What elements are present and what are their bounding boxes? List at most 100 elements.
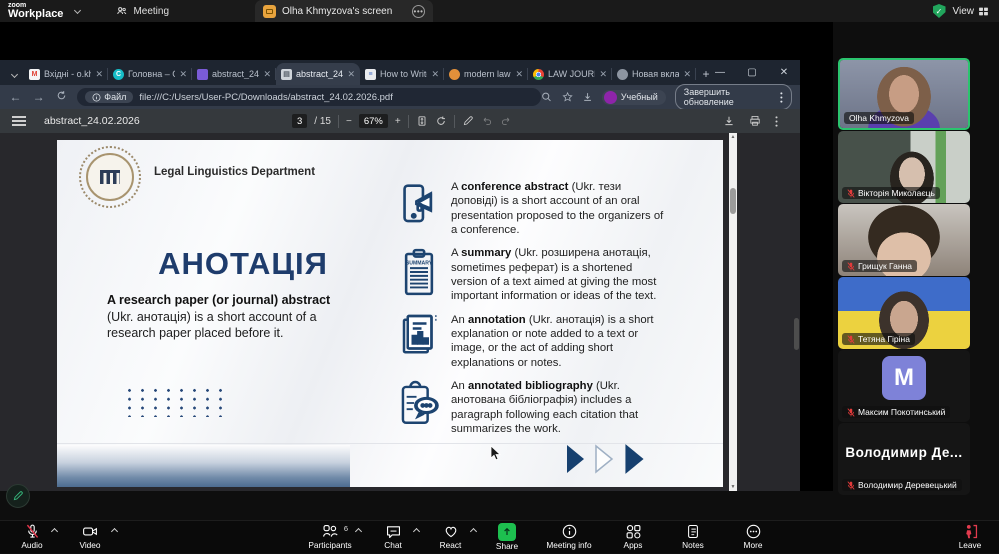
close-tab-icon[interactable]: ✕	[431, 69, 439, 80]
tab-search-chevron-icon[interactable]	[4, 63, 24, 85]
participant-tile-viktoriia[interactable]: Вікторія Миколаєць	[838, 131, 970, 203]
zoom-titlebar: zoom Workplace Meeting Olha Khmyzova's s…	[0, 0, 999, 22]
bookmark-star-icon[interactable]	[562, 91, 573, 103]
participant-tile-olha[interactable]: Olha Khmyzova	[838, 58, 970, 130]
definition-annotation: An annotation (Ukr. анотація) is a short…	[397, 313, 717, 370]
undo-icon[interactable]	[481, 115, 493, 127]
url-field[interactable]: Файл file:///C:/Users/User-PC/Downloads/…	[77, 88, 541, 106]
apps-button[interactable]: Apps	[603, 521, 663, 554]
fit-page-icon[interactable]	[416, 115, 428, 127]
redo-icon[interactable]	[500, 115, 512, 127]
view-button[interactable]: View	[953, 6, 990, 17]
panel-divider-handle[interactable]	[794, 318, 799, 350]
kebab-menu-icon[interactable]	[775, 116, 778, 127]
decorative-dots	[123, 386, 227, 417]
back-button[interactable]: ←	[4, 90, 27, 104]
close-tab-icon[interactable]: ✕	[263, 69, 271, 80]
reload-button[interactable]	[50, 90, 73, 104]
browser-tab-gmail[interactable]: M Вхідні - o.khm ✕	[24, 63, 108, 85]
mouse-cursor	[490, 445, 501, 461]
security-shield-icon[interactable]: ✓	[933, 4, 946, 18]
slide-title: АНОТАЦІЯ	[123, 246, 363, 282]
meeting-info-button[interactable]: Meeting info	[535, 521, 603, 554]
close-tab-icon[interactable]: ✕	[683, 69, 691, 80]
bibliography-clipboard-icon	[397, 379, 441, 436]
zoom-level[interactable]: 67%	[359, 114, 388, 128]
search-icon[interactable]	[541, 91, 552, 103]
download-icon[interactable]	[723, 115, 735, 127]
participant-display-name: Володимир Де...	[838, 445, 970, 460]
leave-icon	[962, 523, 979, 540]
browser-tab-strip: M Вхідні - o.khm ✕ C Головна – Canv ✕ ab…	[0, 60, 800, 85]
window-minimize-button[interactable]: —	[704, 60, 736, 85]
annotation-tool-button[interactable]	[6, 484, 30, 508]
chevron-up-icon[interactable]	[470, 528, 477, 535]
browser-tab-canva[interactable]: C Головна – Canv ✕	[108, 63, 192, 85]
window-maximize-button[interactable]: ▢	[736, 60, 768, 85]
browser-tab-law-journal[interactable]: LAW JOURNAL ✕	[528, 63, 612, 85]
browser-tab-how-to-write[interactable]: ≡ How to Write a ✕	[360, 63, 444, 85]
phone-megaphone-icon	[397, 180, 441, 237]
leave-button[interactable]: Leave	[945, 521, 995, 554]
close-tab-icon[interactable]: ✕	[515, 69, 523, 80]
more-button[interactable]: More	[723, 521, 783, 554]
close-tab-icon[interactable]: ✕	[347, 69, 355, 80]
chevron-down-icon[interactable]	[74, 6, 81, 13]
participant-tile-tetiana[interactable]: Тетяна Гіріна	[838, 277, 970, 349]
chevron-up-icon[interactable]	[413, 528, 420, 535]
close-tab-icon[interactable]: ✕	[95, 69, 103, 80]
globe-favicon	[617, 69, 628, 80]
chevron-up-icon[interactable]	[355, 528, 362, 535]
department-title: Legal Linguistics Department	[154, 166, 315, 178]
chevron-up-icon[interactable]	[111, 528, 118, 535]
annotation-document-icon	[397, 313, 441, 370]
close-tab-icon[interactable]: ✕	[179, 69, 187, 80]
chevron-up-icon[interactable]	[51, 528, 58, 535]
close-tab-icon[interactable]: ✕	[599, 69, 607, 80]
apps-icon	[625, 523, 642, 540]
pdf-menu-icon[interactable]	[12, 114, 26, 129]
play-arrow-icon	[623, 443, 646, 475]
tab-shared-screen[interactable]: Olha Khmyzova's screen •••	[255, 0, 433, 22]
grid-view-icon	[978, 6, 989, 17]
avatar	[604, 91, 617, 104]
audio-button[interactable]: Audio	[4, 521, 60, 554]
participant-tile-maksym[interactable]: M Максим Покотинський	[838, 350, 970, 422]
download-icon[interactable]	[582, 91, 593, 103]
scroll-up-icon[interactable]: ▲	[729, 134, 737, 140]
pencil-icon	[12, 490, 24, 502]
browser-tab-new[interactable]: Новая вкладка ✕	[612, 63, 696, 85]
info-icon	[92, 93, 101, 102]
share-button[interactable]: Share	[479, 521, 535, 554]
window-close-button[interactable]: ✕	[768, 60, 800, 85]
react-button[interactable]: React	[422, 521, 479, 554]
heart-icon	[442, 523, 460, 540]
page-number-input[interactable]: 3	[292, 114, 307, 128]
annotate-pen-icon[interactable]	[462, 115, 474, 127]
zoom-out-button[interactable]: −	[346, 116, 352, 127]
finish-update-button[interactable]: Завершить обновление	[675, 84, 792, 110]
zoom-in-button[interactable]: +	[395, 116, 401, 127]
people-icon	[321, 523, 339, 540]
scrollbar-thumb[interactable]	[730, 188, 736, 214]
rotate-icon[interactable]	[435, 115, 447, 127]
video-button[interactable]: Video	[60, 521, 120, 554]
participant-tile-hanna[interactable]: Грищук Ганна	[838, 204, 970, 276]
browser-tab-abstract-1[interactable]: abstract_24.02.2 ✕	[192, 63, 276, 85]
participant-name-label: Olha Khmyzova	[844, 112, 914, 124]
chat-button[interactable]: Chat	[364, 521, 422, 554]
forward-button[interactable]: →	[27, 90, 50, 104]
zoom-workplace-logo: zoom Workplace	[8, 2, 63, 20]
tab-options-icon[interactable]: •••	[412, 5, 425, 18]
browser-tab-modern-law[interactable]: modern law jou ✕	[444, 63, 528, 85]
participant-tile-volodymyr[interactable]: Володимир Де... Володимир Деревецький	[838, 423, 970, 495]
participants-button[interactable]: 6 Participants	[296, 521, 364, 554]
pdf-scrollbar[interactable]: ▲ ▼	[729, 133, 737, 491]
tab-meeting[interactable]: Meeting	[116, 5, 169, 17]
notes-button[interactable]: Notes	[663, 521, 723, 554]
print-icon[interactable]	[749, 115, 761, 127]
participant-name-label: Грищук Ганна	[842, 260, 917, 272]
browser-profile-button[interactable]: Учебный	[602, 90, 666, 105]
browser-tab-abstract-active[interactable]: ▤ abstract_24.02.2 ✕	[276, 63, 360, 85]
scroll-down-icon[interactable]: ▼	[729, 484, 737, 490]
